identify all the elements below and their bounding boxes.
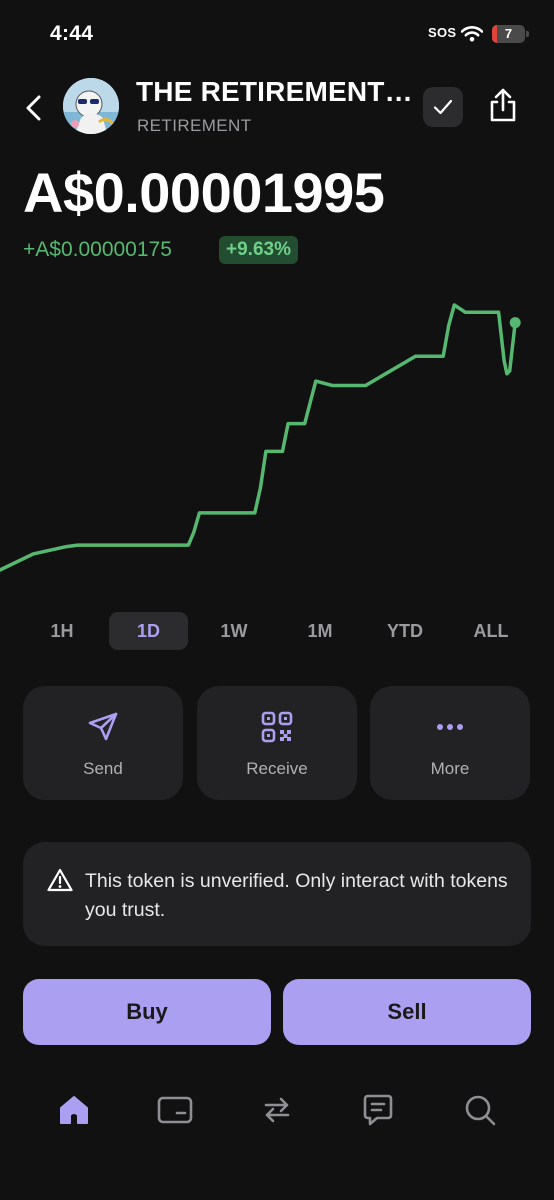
current-price-marker [509,317,521,329]
status-time: 4:44 [50,22,94,45]
battery-level: 7 [504,26,513,41]
range-1w[interactable]: 1W [203,612,265,650]
price-chart[interactable] [0,290,554,590]
more-dots-icon [437,724,463,730]
wallet-card-icon [157,1096,193,1124]
back-button[interactable] [20,88,50,128]
swap-icon [264,1097,290,1123]
sell-button[interactable]: Sell [283,979,531,1045]
price-change-percent-badge: +9.63% [219,236,298,264]
more-button[interactable]: More [370,686,530,800]
wifi-icon [460,26,484,47]
unverified-warning: This token is unverified. Only interact … [23,842,531,946]
receive-button[interactable]: Receive [197,686,357,800]
price-line [0,303,517,572]
sos-indicator: SOS [428,25,457,40]
price-chart-svg [0,303,521,572]
nav-wallet[interactable] [155,1090,195,1130]
nav-search[interactable] [460,1090,500,1130]
home-icon [60,1096,88,1124]
verify-button[interactable] [423,87,463,127]
checkmark-icon [433,99,453,115]
chat-icon [363,1094,393,1126]
token-price: A$0.00001995 [23,161,385,224]
send-icon [88,712,118,741]
price-change: +A$0.00000175 [23,238,172,261]
token-title: THE RETIREMENT… [136,76,413,107]
nav-home[interactable] [54,1090,94,1130]
receive-label: Receive [246,759,308,778]
range-1m[interactable]: 1M [289,612,351,650]
search-icon [465,1095,496,1126]
token-avatar [63,78,119,134]
range-1d[interactable]: 1D [109,612,188,650]
warning-text: This token is unverified. Only interact … [85,870,508,921]
share-icon [490,88,516,122]
warning-triangle-icon [47,868,73,897]
send-button[interactable]: Send [23,686,183,800]
token-symbol: RETIREMENT [137,116,252,135]
range-ytd[interactable]: YTD [370,612,440,650]
battery-icon: 7 [492,25,525,43]
buy-button[interactable]: Buy [23,979,271,1045]
range-all[interactable]: ALL [458,612,524,650]
nav-messages[interactable] [358,1090,398,1130]
send-label: Send [83,759,123,778]
chevron-left-icon [26,95,41,121]
nav-swap[interactable] [257,1090,297,1130]
share-button[interactable] [486,86,520,124]
more-label: More [430,759,470,778]
range-1h[interactable]: 1H [32,612,92,650]
battery-cap [526,31,529,37]
qr-code-icon [261,711,293,743]
